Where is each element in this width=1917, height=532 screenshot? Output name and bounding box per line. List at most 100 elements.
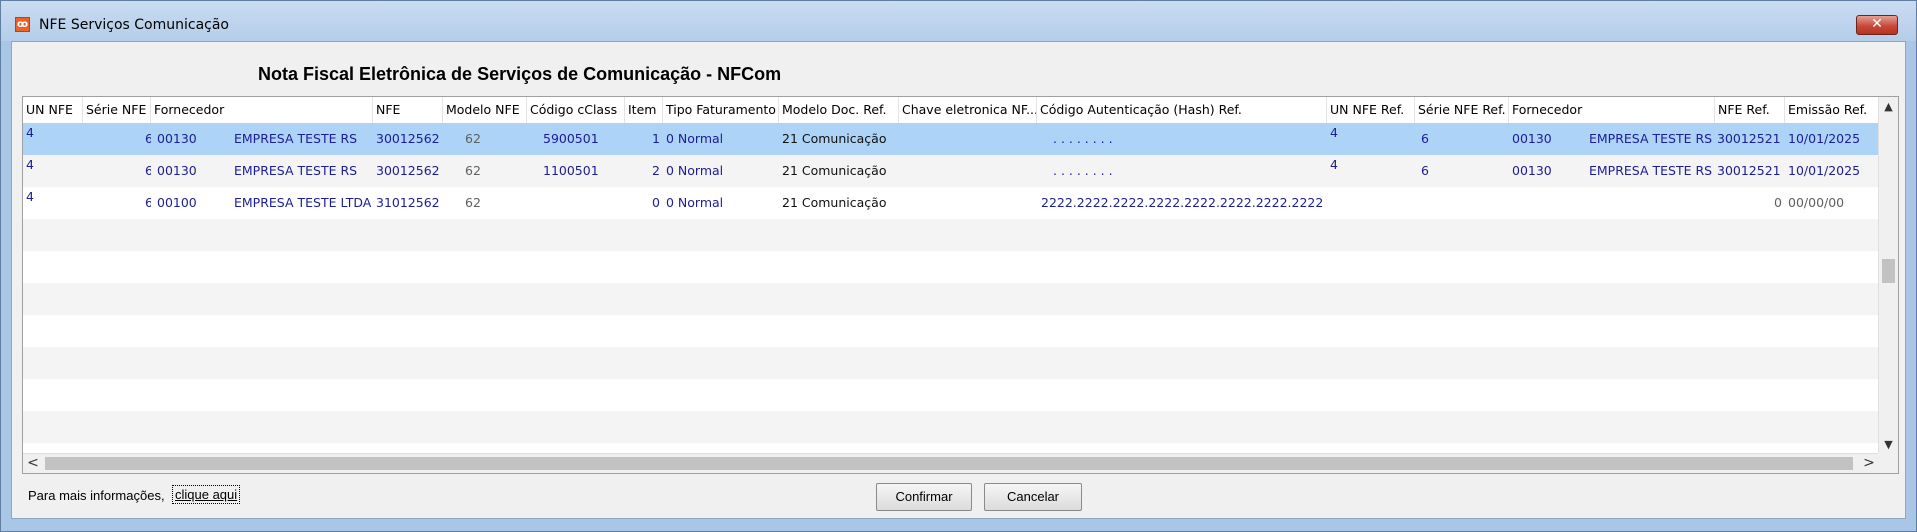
cell-chave-eletronica — [899, 123, 1037, 155]
cell-nfe: 31012562 — [376, 195, 440, 210]
column-header-serie-nfe-ref[interactable]: Série NFE Ref. — [1415, 97, 1509, 123]
vertical-scrollbar[interactable]: ▲ ▼ — [1878, 97, 1898, 455]
empty-row — [23, 219, 1879, 251]
window-title: NFE Serviços Comunicação — [39, 17, 229, 33]
column-header-fornecedor-nome[interactable] — [231, 97, 373, 123]
column-header-codigo-autenticacao[interactable]: Código Autenticação (Hash) Ref. — [1037, 97, 1327, 123]
info-text: Para mais informações, — [28, 488, 165, 503]
horizontal-scroll-thumb[interactable] — [45, 457, 1853, 470]
column-header-fornecedor-ref-nome[interactable] — [1587, 97, 1715, 123]
cell-modelo-doc-ref: 21 Comunicação — [782, 195, 887, 210]
cancel-button[interactable]: Cancelar — [984, 483, 1082, 511]
empty-row — [23, 379, 1879, 411]
table-row[interactable]: 4 6 00130 EMPRESA TESTE RS 30012562 62 5… — [23, 123, 1879, 155]
column-header-un-nfe[interactable]: UN NFE — [23, 97, 83, 123]
column-header-emissao-ref[interactable]: Emissão Ref. — [1785, 97, 1879, 123]
cell-item: 0 — [652, 195, 660, 210]
empty-row — [23, 251, 1879, 283]
cell-serie-nfe-ref: 6 — [1421, 131, 1429, 146]
cell-fornecedor-nome: EMPRESA TESTE RS — [234, 163, 358, 178]
cell-serie-nfe: 6 — [83, 123, 151, 155]
cell-serie-nfe-ref: 6 — [1421, 163, 1429, 178]
cell-fornecedor-ref-nome: EMPRESA TESTE RS — [1589, 131, 1713, 146]
nfcom-grid[interactable]: UN NFE Série NFE Fornecedor NFE Modelo N… — [22, 96, 1899, 474]
grid-body: 4 6 00130 EMPRESA TESTE RS 30012562 62 5… — [23, 123, 1879, 455]
cell-serie-nfe: 6 — [83, 155, 151, 187]
cell-fornecedor-nome: EMPRESA TESTE RS — [234, 131, 358, 146]
cell-nfe-ref: 30012521 — [1717, 131, 1781, 146]
empty-row — [23, 283, 1879, 315]
cell-fornecedor-nome: EMPRESA TESTE LTDA — [234, 195, 372, 210]
cell-modelo-doc-ref: 21 Comunicação — [782, 131, 887, 146]
dialog-window: ꝏ NFE Serviços Comunicação ✕ Nota Fiscal… — [0, 0, 1917, 532]
horizontal-scrollbar[interactable]: < > — [23, 453, 1879, 473]
empty-row — [23, 347, 1879, 379]
cell-codigo-cclass: 1100501 — [543, 163, 599, 178]
cell-un-nfe-ref — [1327, 187, 1415, 219]
column-header-codigo-cclass[interactable]: Código cClass — [527, 97, 625, 123]
scroll-corner — [1878, 453, 1898, 473]
column-header-chave-eletronica[interactable]: Chave eletronica NF... — [899, 97, 1037, 123]
cell-fornecedor: 00130 — [157, 131, 197, 146]
scroll-left-icon[interactable]: < — [23, 454, 43, 473]
cell-fornecedor-ref-nome — [1587, 187, 1715, 219]
cell-un-nfe: 4 — [26, 189, 34, 204]
column-header-nfe-ref[interactable]: NFE Ref. — [1715, 97, 1785, 123]
cell-serie-nfe: 6 — [83, 187, 151, 219]
cell-fornecedor: 00130 — [157, 163, 197, 178]
cell-emissao-ref: 00/00/00 — [1788, 195, 1845, 210]
cell-fornecedor: 00100 — [157, 195, 197, 210]
cell-nfe: 30012562 — [376, 131, 440, 146]
cell-codigo-autenticacao: . . . . . . . . — [1053, 163, 1113, 178]
confirm-button[interactable]: Confirmar — [876, 483, 972, 511]
title-bar[interactable]: ꝏ NFE Serviços Comunicação ✕ — [1, 1, 1916, 41]
dialog-content: Nota Fiscal Eletrônica de Serviços de Co… — [11, 41, 1906, 519]
column-header-fornecedor[interactable]: Fornecedor — [151, 97, 231, 123]
cell-codigo-cclass: 5900501 — [543, 131, 599, 146]
app-icon: ꝏ — [15, 17, 30, 32]
cell-modelo-nfe: 62 — [465, 195, 481, 210]
cell-chave-eletronica — [899, 187, 1037, 219]
cell-emissao-ref: 10/01/2025 — [1788, 163, 1861, 178]
cell-un-nfe-ref: 4 — [1330, 157, 1338, 172]
cell-tipo-faturamento: 0 Normal — [666, 195, 724, 210]
cell-modelo-doc-ref: 21 Comunicação — [782, 163, 887, 178]
column-header-un-nfe-ref[interactable]: UN NFE Ref. — [1327, 97, 1415, 123]
scroll-right-icon[interactable]: > — [1859, 454, 1879, 473]
cell-serie-nfe-ref — [1415, 187, 1509, 219]
cell-item: 1 — [652, 131, 660, 146]
cell-nfe-ref: 30012521 — [1717, 163, 1781, 178]
column-header-modelo-nfe[interactable]: Modelo NFE — [443, 97, 527, 123]
cell-emissao-ref: 10/01/2025 — [1788, 131, 1861, 146]
page-title: Nota Fiscal Eletrônica de Serviços de Co… — [258, 64, 782, 84]
empty-row — [23, 411, 1879, 443]
column-header-serie-nfe[interactable]: Série NFE — [83, 97, 151, 123]
column-header-modelo-doc-ref[interactable]: Modelo Doc. Ref. — [779, 97, 899, 123]
cell-tipo-faturamento: 0 Normal — [666, 131, 724, 146]
close-button[interactable]: ✕ — [1856, 15, 1898, 35]
empty-row — [23, 315, 1879, 347]
scroll-down-icon[interactable]: ▼ — [1879, 435, 1898, 455]
column-header-nfe[interactable]: NFE — [373, 97, 443, 123]
cell-tipo-faturamento: 0 Normal — [666, 163, 724, 178]
vertical-scroll-thumb[interactable] — [1882, 259, 1895, 283]
cell-chave-eletronica — [899, 155, 1037, 187]
help-link[interactable]: clique aqui — [172, 485, 241, 504]
cell-fornecedor-ref — [1509, 187, 1587, 219]
column-header-tipo-faturamento[interactable]: Tipo Faturamento — [663, 97, 779, 123]
cell-un-nfe-ref: 4 — [1330, 125, 1338, 140]
cell-modelo-nfe: 62 — [465, 163, 481, 178]
table-row[interactable]: 4 6 00130 EMPRESA TESTE RS 30012562 62 1… — [23, 155, 1879, 187]
table-row[interactable]: 4 6 00100 EMPRESA TESTE LTDA 31012562 62… — [23, 187, 1879, 219]
cell-fornecedor-ref: 00130 — [1512, 131, 1552, 146]
cell-fornecedor-ref-nome: EMPRESA TESTE RS — [1589, 163, 1713, 178]
cell-codigo-cclass — [527, 187, 625, 219]
grid-header: UN NFE Série NFE Fornecedor NFE Modelo N… — [23, 97, 1879, 124]
column-header-fornecedor-ref[interactable]: Fornecedor Ref. — [1509, 97, 1587, 123]
cell-nfe: 30012562 — [376, 163, 440, 178]
cell-un-nfe: 4 — [26, 157, 34, 172]
column-header-item[interactable]: Item — [625, 97, 663, 123]
cell-modelo-nfe: 62 — [465, 131, 481, 146]
scroll-up-icon[interactable]: ▲ — [1879, 97, 1898, 117]
cell-item: 2 — [652, 163, 660, 178]
